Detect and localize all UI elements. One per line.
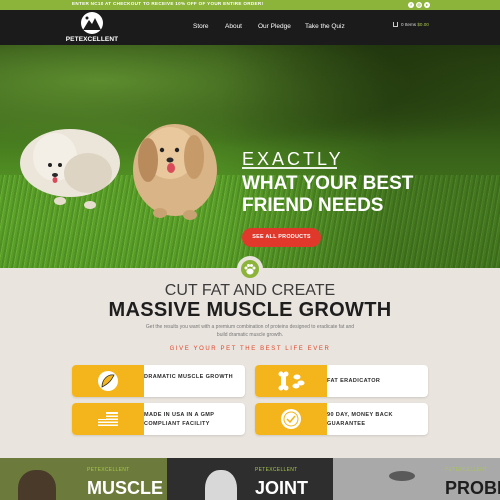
feature-card-muscle: DRAMATIC MUSCLE GROWTH [72,365,245,397]
promo-text: ENTER NC10 AT CHECKOUT TO RECEIVE 10% OF… [72,1,264,6]
hero-banner: EXACTLY WHAT YOUR BEST FRIEND NEEDS SEE … [0,45,500,268]
cart-total: $0.00 [417,22,429,27]
feature-label: MADE IN USA IN A GMP COMPLIANT FACILITY [144,412,215,427]
youtube-icon[interactable]: ▸ [424,2,430,8]
intro-body: Get the results you want with a premium … [145,324,355,338]
feature-label: FAT ERADICATOR [327,378,381,384]
cart-items: 0 Items [401,22,417,27]
product-tile-probiotic[interactable]: PETEXCELLENT PROBIOTIC [333,458,500,500]
product-brand: PETEXCELLENT [445,467,488,473]
paw-badge [237,256,263,282]
nav-link-our-pledge[interactable]: Our Pledge [258,23,291,30]
nav-link-about[interactable]: About [225,23,242,30]
feature-label: DRAMATIC MUSCLE GROWTH [144,374,234,380]
paw-icon [241,260,259,278]
hero-dogs-image [20,124,217,220]
intro-tagline: GIVE YOUR PET THE BEST LIFE EVER [169,346,331,352]
instagram-icon[interactable]: ◎ [416,2,422,8]
product-tile-muscle[interactable]: PETEXCELLENT MUSCLE [0,458,167,500]
hero-title: WHAT YOUR BEST FRIEND NEEDS [242,173,414,216]
product-name: PROBIOTIC [445,478,500,498]
promo-bar: ENTER NC10 AT CHECKOUT TO RECEIVE 10% OF… [0,0,500,10]
intro-subtitle: CUT FAT AND CREATE [164,282,336,299]
product-bowl-image [389,471,415,481]
feature-icon-box [255,365,327,397]
cart-link[interactable]: 0 Items $0.00 [393,22,429,28]
logo-mark-icon [81,12,103,34]
flag-icon [98,412,118,426]
product-brand: PETEXCELLENT [87,467,130,473]
bone-pills-icon [278,371,305,391]
feature-card-fat-eradicator: FAT ERADICATOR [255,365,428,397]
logo[interactable]: PETEXCELLENT [56,11,128,44]
logo-text: PETEXCELLENT [65,36,119,43]
intro-title: MASSIVE MUSCLE GROWTH [108,299,392,321]
facebook-icon[interactable]: f [408,2,414,8]
product-name: MUSCLE [87,478,163,498]
feature-icon-box [72,365,144,397]
product-tile-joint[interactable]: PETEXCELLENT JOINT [167,458,333,500]
feature-icon-box [255,403,327,435]
main-nav: PETEXCELLENT Store About Our Pledge Take… [0,10,500,45]
nav-link-store[interactable]: Store [193,23,209,30]
hero-eyebrow-underline [242,167,337,169]
feature-label: 90 DAY, MONEY BACK GUARANTEE [327,412,393,427]
nav-link-take-the-quiz[interactable]: Take the Quiz [305,23,345,30]
muscle-icon [98,371,118,391]
see-all-products-button[interactable]: SEE ALL PRODUCTS [242,228,321,247]
feature-card-guarantee: 90 DAY, MONEY BACK GUARANTEE [255,403,428,435]
cart-icon [393,22,398,28]
feature-icon-box [72,403,144,435]
product-brand: PETEXCELLENT [255,467,298,473]
feature-card-made-in-usa: MADE IN USA IN A GMP COMPLIANT FACILITY [72,403,245,435]
guarantee-icon [281,409,301,429]
product-name: JOINT [255,478,309,498]
product-dog-image [18,470,56,500]
product-dog-image [205,470,237,500]
